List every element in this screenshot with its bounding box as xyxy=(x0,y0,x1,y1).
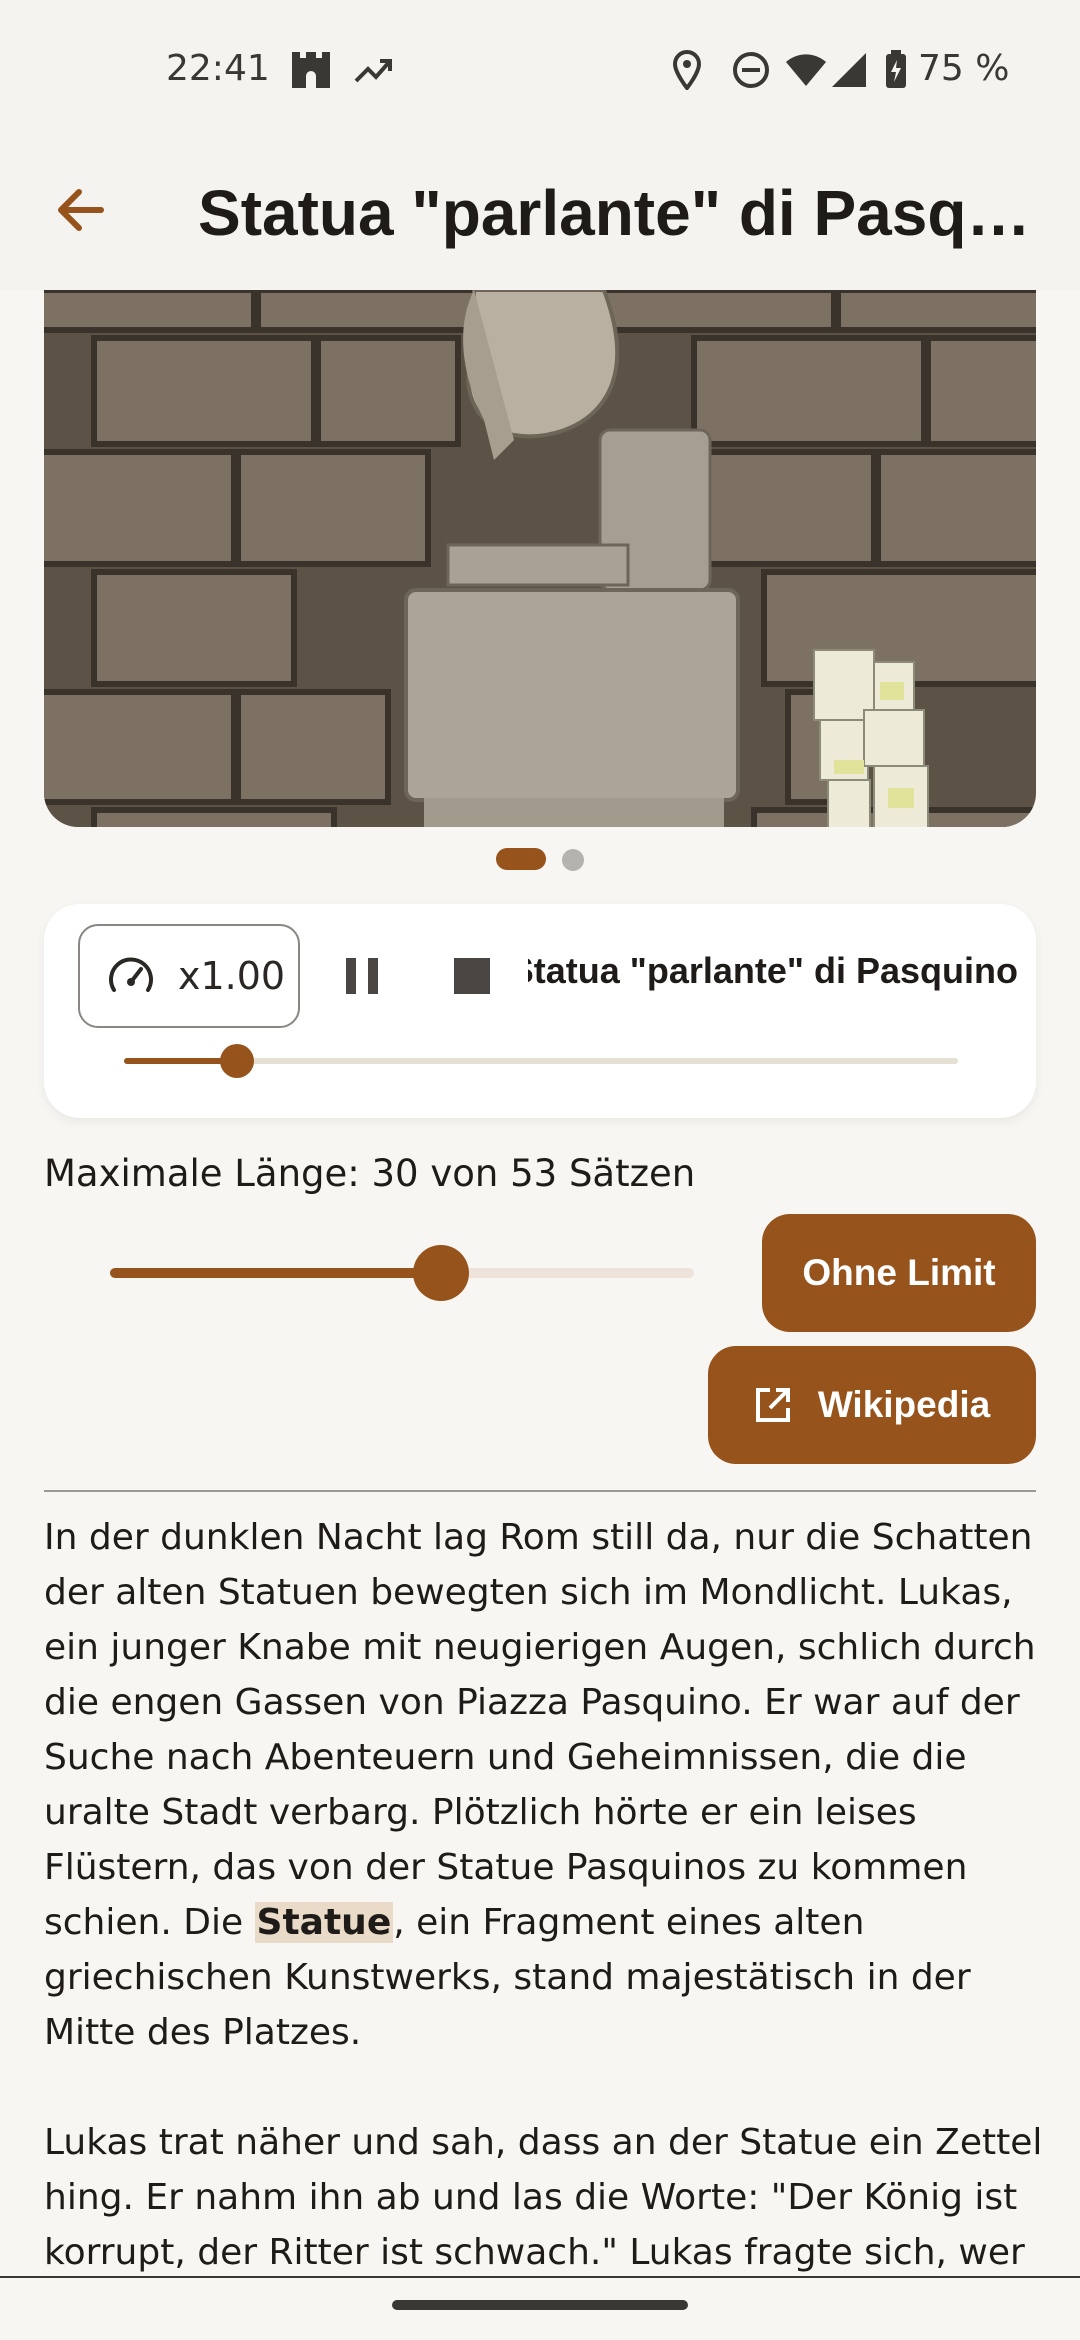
max-length-label: Maximale Länge: 30 von 53 Sätzen xyxy=(44,1152,696,1195)
max-length-thumb[interactable] xyxy=(412,1245,469,1301)
now-playing-text: Statua "parlante" di Pasquino xyxy=(528,950,1018,991)
status-bar: 22:41 75 % xyxy=(0,0,1080,140)
playback-progress-slider[interactable] xyxy=(124,1044,958,1078)
story-text-segment: In der dunklen Nacht lag Rom still da, n… xyxy=(44,1517,1036,1943)
story-text: In der dunklen Nacht lag Rom still da, n… xyxy=(44,1510,1044,2278)
pasquino-statue-photo xyxy=(44,290,1036,827)
pause-button[interactable] xyxy=(334,948,390,1004)
dnd-icon xyxy=(732,48,770,92)
audio-player-card: x1.00 Statua "parlante" di Pasquino xyxy=(44,904,1036,1118)
status-time: 22:41 xyxy=(166,48,270,89)
stop-button[interactable] xyxy=(444,948,500,1004)
open-external-icon xyxy=(755,1388,790,1422)
location-icon xyxy=(672,48,702,92)
pager-dot[interactable] xyxy=(562,849,584,871)
playback-speed-value: x1.00 xyxy=(178,954,286,998)
speedometer-icon xyxy=(109,957,153,992)
wifi-icon xyxy=(784,48,828,92)
max-length-fill xyxy=(110,1268,441,1278)
wikipedia-label: Wikipedia xyxy=(817,1384,991,1425)
pager-dot-active[interactable] xyxy=(496,848,546,870)
trending-icon xyxy=(354,48,394,92)
app-bar: Statua "parlante" di Pasquino xyxy=(0,140,1080,290)
castle-icon xyxy=(290,48,332,92)
playback-progress-thumb[interactable] xyxy=(219,1044,254,1078)
playback-speed-button[interactable]: x1.00 xyxy=(78,924,300,1028)
stop-icon xyxy=(454,958,490,994)
battery-icon xyxy=(884,48,908,92)
story-paragraph: Lukas trat näher und sah, dass an der St… xyxy=(44,2122,1043,2273)
no-limit-button[interactable]: Ohne Limit xyxy=(762,1214,1036,1332)
story-paragraph: In der dunklen Nacht lag Rom still da, n… xyxy=(44,1510,1044,2060)
divider xyxy=(44,1490,1036,1492)
carousel-pager xyxy=(0,848,1080,872)
battery-percent: 75 % xyxy=(918,48,1010,89)
image-carousel[interactable] xyxy=(44,290,1036,827)
no-limit-label: Ohne Limit xyxy=(802,1252,996,1293)
now-playing-title: Statua "parlante" di Pasquino xyxy=(528,950,1018,1002)
signal-icon xyxy=(830,48,868,92)
wikipedia-button[interactable]: Wikipedia xyxy=(708,1346,1036,1464)
pause-icon xyxy=(346,958,378,994)
highlighted-word: Statue xyxy=(254,1902,394,1943)
max-length-slider[interactable] xyxy=(110,1245,694,1301)
back-button[interactable] xyxy=(40,170,120,250)
arrow-back-icon xyxy=(58,189,104,231)
home-indicator[interactable] xyxy=(392,2300,688,2310)
page-title: Statua "parlante" di Pasquino xyxy=(198,177,1038,249)
